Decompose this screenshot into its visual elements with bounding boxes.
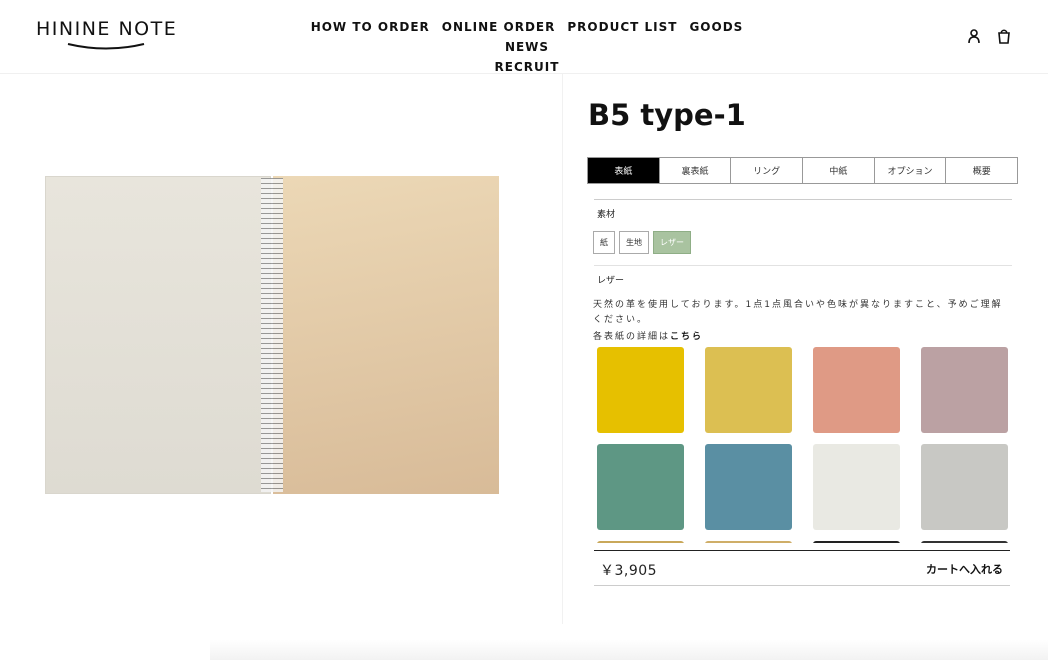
swatch-mauve[interactable] [921, 347, 1008, 433]
product-price: ￥3,905 [600, 563, 658, 579]
selected-material-label: レザー [597, 276, 625, 286]
page-footer-shadow [210, 640, 1048, 660]
swatch-gold[interactable] [597, 541, 684, 543]
tab-back-cover[interactable]: 裏表紙 [658, 158, 731, 183]
section-divider [594, 265, 1012, 266]
swatch-gray[interactable] [921, 444, 1008, 530]
site-header: HININE NOTE HOW TO ORDER ONLINE ORDER PROD… [0, 0, 1048, 74]
swatch-salmon[interactable] [813, 347, 900, 433]
purchase-bar: ￥3,905 カートへ入れる [594, 550, 1010, 586]
nav-how-to-order[interactable]: HOW TO ORDER [311, 17, 430, 37]
swatch-black[interactable] [813, 541, 900, 543]
swatch-tan[interactable] [705, 541, 792, 543]
material-fabric-button[interactable]: 生地 [619, 231, 649, 254]
product-image[interactable] [45, 176, 499, 494]
material-leather-button[interactable]: レザー [653, 231, 691, 254]
tab-cover[interactable]: 表紙 [588, 158, 659, 183]
material-paper-button[interactable]: 紙 [593, 231, 615, 254]
tab-option[interactable]: オプション [873, 158, 946, 183]
nav-recruit[interactable]: RECRUIT [495, 57, 560, 77]
nav-product-list[interactable]: PRODUCT LIST [567, 17, 677, 37]
site-logo[interactable]: HININE NOTE [36, 18, 178, 54]
main-nav: HOW TO ORDER ONLINE ORDER PRODUCT LIST GOOD… [300, 17, 754, 77]
notebook-inner-page [45, 176, 271, 494]
nav-goods[interactable]: GOODS [689, 17, 743, 37]
detail-link[interactable]: こちら [670, 332, 703, 342]
nav-online-order[interactable]: ONLINE ORDER [442, 17, 556, 37]
color-swatch-grid [597, 347, 1009, 543]
logo-swoosh-icon [67, 43, 145, 50]
detail-link-row: 各表紙の詳細はこちら [593, 329, 703, 342]
material-description: 天然の革を使用しております。1点1点風合いや色味が異なりますこと、予めご理解くだ… [593, 300, 1003, 325]
product-title: B5 type-1 [588, 98, 746, 132]
detail-prefix: 各表紙の詳細は [593, 332, 671, 342]
swatch-blue[interactable] [705, 444, 792, 530]
tab-inner-paper[interactable]: 中紙 [802, 158, 874, 183]
tab-overview[interactable]: 概要 [945, 158, 1017, 183]
notebook-cover [273, 176, 499, 494]
swatch-mustard[interactable] [705, 347, 792, 433]
add-to-cart-button[interactable]: カートへ入れる [926, 561, 1003, 577]
option-tabs: 表紙 裏表紙 リング 中紙 オプション 概要 [587, 157, 1018, 184]
column-divider [562, 74, 563, 624]
account-icon[interactable] [966, 28, 982, 44]
swatch-yellow[interactable] [597, 347, 684, 433]
swatch-white[interactable] [813, 444, 900, 530]
section-divider [594, 199, 1012, 200]
material-selector: 紙 生地 レザー [593, 231, 691, 254]
cart-icon[interactable] [996, 28, 1012, 44]
swatch-dark[interactable] [921, 541, 1008, 543]
logo-text: HININE NOTE [36, 18, 178, 40]
nav-news[interactable]: NEWS [505, 37, 549, 57]
material-heading: 素材 [597, 210, 616, 220]
swatch-green[interactable] [597, 444, 684, 530]
notebook-ring [261, 178, 283, 492]
tab-ring[interactable]: リング [730, 158, 802, 183]
